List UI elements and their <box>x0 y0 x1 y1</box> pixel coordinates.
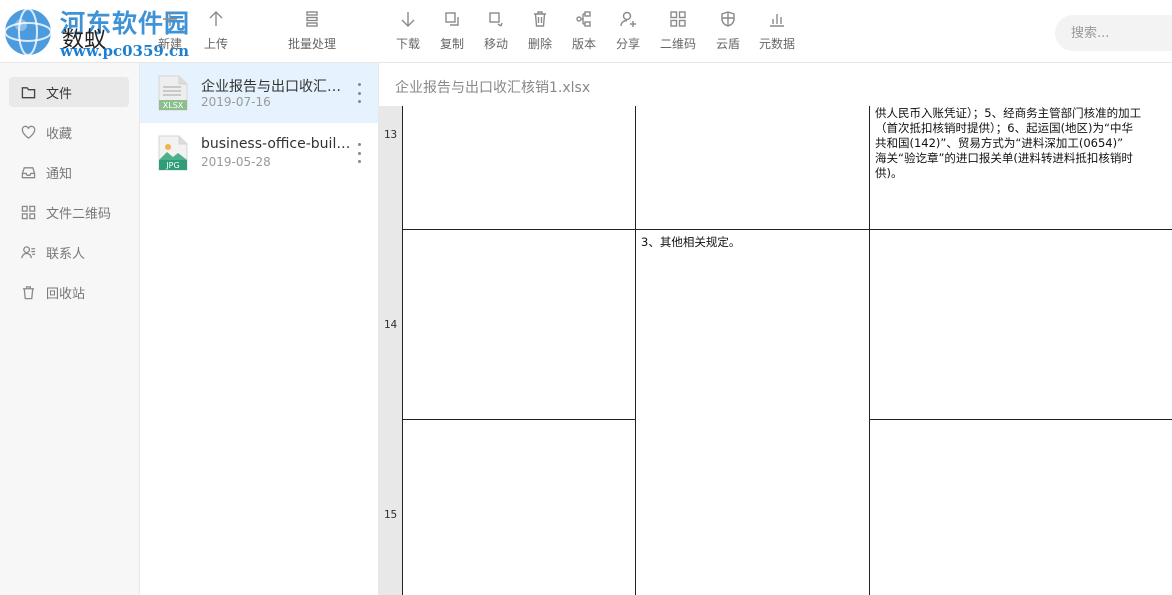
metadata-label: 元数据 <box>759 37 796 51</box>
grid-line <box>869 106 870 595</box>
sidebar-item-label: 收藏 <box>46 126 73 142</box>
qrcode-icon <box>670 11 686 27</box>
trash-icon <box>22 285 35 299</box>
file-list: XLSX 企业报告与出口收汇核销1.xlsx 2019-07-16 JPG bu… <box>140 63 379 595</box>
file-name: 企业报告与出口收汇核销1.xlsx <box>201 79 351 95</box>
share-user-icon <box>620 11 636 27</box>
sidebar-item-label: 通知 <box>46 166 73 182</box>
inbox-icon <box>21 166 36 178</box>
share-label: 分享 <box>616 37 641 51</box>
search-input[interactable] <box>1055 15 1172 51</box>
row-header-13: 13 <box>383 128 398 141</box>
row-header-14: 14 <box>383 318 398 331</box>
cell-13c-line: 供人民币入账凭证）；5、经商务主管部门核准的加工 <box>875 106 1142 120</box>
batch-label: 批量处理 <box>288 37 337 51</box>
sidebar-item-favorites[interactable]: 收藏 <box>9 117 129 147</box>
grid-line <box>402 229 1172 230</box>
version-button[interactable]: 版本 <box>572 10 596 56</box>
new-label: 新建 <box>158 37 183 51</box>
row-header-15: 15 <box>383 508 398 521</box>
file-name: business-office-building.jpg <box>201 136 351 152</box>
grid-line <box>635 106 636 595</box>
sidebar-item-label: 回收站 <box>46 286 86 302</box>
move-button[interactable]: 移动 <box>484 10 508 56</box>
sidebar-item-label: 文件二维码 <box>46 206 112 222</box>
more-options-icon[interactable] <box>354 83 364 103</box>
grid-line <box>869 419 1172 420</box>
sidebar-item-notifications[interactable]: 通知 <box>9 157 129 187</box>
copy-icon <box>445 12 459 26</box>
shield-icon <box>721 11 735 27</box>
cloudshield-button[interactable]: 云盾 <box>716 10 740 56</box>
heart-icon <box>21 125 36 139</box>
app-name: 数蚁 <box>62 28 107 53</box>
qrcode-label: 二维码 <box>660 37 697 51</box>
copy-label: 复制 <box>440 37 465 51</box>
trash-icon <box>534 11 546 27</box>
metadata-button[interactable]: 元数据 <box>759 10 795 56</box>
grid-line <box>402 419 636 420</box>
xlsx-file-icon: XLSX <box>158 75 188 111</box>
cell-14b-text: 3、其他相关规定。 <box>641 235 741 249</box>
jpg-badge: JPG <box>165 161 179 170</box>
xlsx-badge: XLSX <box>163 101 184 110</box>
upload-label: 上传 <box>204 37 229 51</box>
cell-13c-line: 海关“验讫章”的进口报关单(进料转进料抵扣核销时 <box>875 151 1133 165</box>
batch-button[interactable]: 批量处理 <box>288 10 336 56</box>
new-button[interactable]: 新建 <box>158 10 182 56</box>
plus-icon <box>163 12 177 26</box>
download-button[interactable]: 下载 <box>396 10 420 56</box>
cell-13c-line: 供)。 <box>875 166 903 180</box>
preview-title: 企业报告与出口收汇核销1.xlsx <box>395 80 591 96</box>
globe-logo-icon <box>4 8 52 56</box>
sidebar-item-recycle-bin[interactable]: 回收站 <box>9 277 129 307</box>
qrcode-button[interactable]: 二维码 <box>660 10 696 56</box>
jpg-file-icon: JPG <box>158 135 188 171</box>
bar-chart-icon <box>770 14 784 27</box>
file-date: 2019-07-16 <box>201 95 271 109</box>
file-preview: 企业报告与出口收汇核销1.xlsx 13 14 15 供人民币入账凭证）；5、经… <box>379 63 1172 595</box>
version-label: 版本 <box>572 37 597 51</box>
grid-line <box>402 106 403 595</box>
sidebar-item-contacts[interactable]: 联系人 <box>9 237 129 267</box>
cloudshield-label: 云盾 <box>716 37 741 51</box>
cell-13c-line: 共和国(142)”、贸易方式为“进料深加工(0654)” <box>875 136 1124 150</box>
delete-button[interactable]: 删除 <box>528 10 552 56</box>
delete-label: 删除 <box>528 37 553 51</box>
file-row-xlsx[interactable]: XLSX 企业报告与出口收汇核销1.xlsx 2019-07-16 <box>140 63 378 123</box>
download-label: 下载 <box>396 37 421 51</box>
sidebar-item-file-qrcode[interactable]: 文件二维码 <box>9 197 129 227</box>
sheet-cells: 供人民币入账凭证）；5、经商务主管部门核准的加工 （首次抵扣核销时提供）；6、起… <box>402 106 1172 595</box>
folder-icon <box>21 86 36 98</box>
share-button[interactable]: 分享 <box>616 10 640 56</box>
move-icon <box>489 12 503 27</box>
spreadsheet-view[interactable]: 13 14 15 供人民币入账凭证）；5、经商务主管部门核准的加工 （首次抵扣核… <box>379 106 1172 595</box>
version-icon <box>576 11 591 27</box>
arrow-down-icon <box>401 12 415 27</box>
file-row-jpg[interactable]: JPG business-office-building.jpg 2019-05… <box>140 123 378 183</box>
file-date: 2019-05-28 <box>201 155 271 169</box>
arrow-up-icon <box>209 11 223 26</box>
cell-13c-line: （首次抵扣核销时提供）；6、起运国(地区)为“中华 <box>875 121 1133 135</box>
app-header: 河东软件园 www.pc0359.cn 数蚁 新建 上传 批量处理 下载 复制 … <box>0 0 1172 63</box>
upload-button[interactable]: 上传 <box>204 10 228 56</box>
sidebar-item-files[interactable]: 文件 <box>9 77 129 107</box>
contacts-icon <box>21 245 36 258</box>
copy-button[interactable]: 复制 <box>440 10 464 56</box>
move-label: 移动 <box>484 37 509 51</box>
qrcode-icon <box>21 205 36 219</box>
sidebar: 文件 收藏 通知 文件二维码 联系人 回收站 <box>0 63 140 595</box>
sidebar-item-label: 文件 <box>46 86 73 102</box>
more-options-icon[interactable] <box>354 143 364 163</box>
list-icon <box>306 11 318 27</box>
sidebar-item-label: 联系人 <box>46 246 86 262</box>
